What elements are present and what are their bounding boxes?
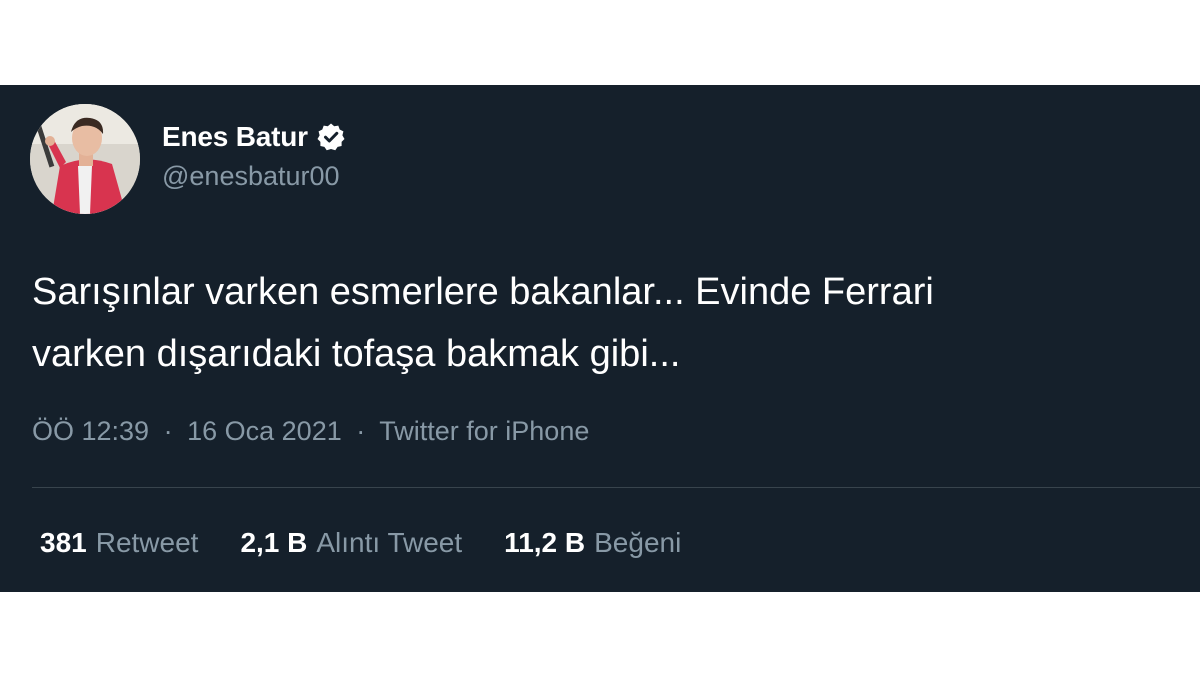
tweet-source[interactable]: Twitter for iPhone bbox=[379, 416, 589, 446]
quotes-stat[interactable]: 2,1 B Alıntı Tweet bbox=[240, 527, 462, 559]
retweets-label: Retweet bbox=[95, 527, 199, 558]
tweet-time[interactable]: ÖÖ 12:39 bbox=[32, 416, 149, 446]
likes-count: 11,2 B bbox=[504, 527, 586, 558]
author-block: Enes Batur @enesbatur00 bbox=[162, 117, 346, 192]
tweet-text-line-2: varken dışarıdaki tofaşa bakmak gibi... bbox=[32, 333, 681, 375]
likes-stat[interactable]: 11,2 B Beğeni bbox=[504, 527, 681, 559]
meta-separator: · bbox=[163, 416, 173, 446]
tweet-meta: ÖÖ 12:39 · 16 Oca 2021 · Twitter for iPh… bbox=[32, 416, 589, 447]
display-name[interactable]: Enes Batur bbox=[162, 121, 308, 153]
tweet-text: Sarışınlar varken esmerlere bakanlar... … bbox=[32, 261, 1200, 385]
retweets-count: 381 bbox=[40, 527, 87, 558]
avatar[interactable] bbox=[30, 104, 140, 214]
tweet-card: Enes Batur @enesbatur00 Sarışınlar varke… bbox=[0, 85, 1200, 592]
tweet-date[interactable]: 16 Oca 2021 bbox=[187, 416, 342, 446]
name-row: Enes Batur bbox=[162, 117, 346, 157]
handle[interactable]: @enesbatur00 bbox=[162, 161, 346, 192]
quotes-count: 2,1 B bbox=[240, 527, 308, 558]
quotes-label: Alıntı Tweet bbox=[316, 527, 463, 558]
meta-separator: · bbox=[356, 416, 366, 446]
divider bbox=[32, 487, 1200, 488]
tweet-stats: 381 Retweet 2,1 B Alıntı Tweet 11,2 B Beğen… bbox=[40, 527, 723, 559]
verified-badge-icon bbox=[316, 122, 346, 152]
retweets-stat[interactable]: 381 Retweet bbox=[40, 527, 198, 559]
avatar-photo bbox=[30, 104, 140, 214]
tweet-text-line-1: Sarışınlar varken esmerlere bakanlar... … bbox=[32, 271, 934, 313]
likes-label: Beğeni bbox=[594, 527, 682, 558]
